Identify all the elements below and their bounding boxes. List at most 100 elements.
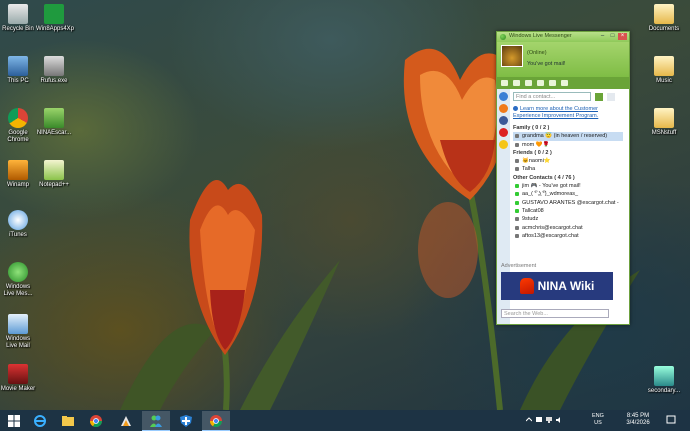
desktop-icon-documents[interactable]: Documents [646,4,682,33]
group-header-friends[interactable]: Friends ( 0 / 2 ) [513,149,623,157]
online-status-icon [515,200,519,205]
movie-maker-icon [8,364,28,384]
desktop-icon-this-pc[interactable]: This PC [0,56,36,85]
add-contact-button[interactable] [595,93,603,101]
personal-message[interactable]: You've got mail! [527,61,565,67]
list-item[interactable]: Tallcat08 [513,207,623,215]
desktop-icon-label: Recycle Bin [2,26,34,32]
web-search-input[interactable]: Search the Web... [501,309,609,318]
contact-name: Talha [522,166,536,173]
desktop-icon-movie-maker[interactable]: Movie Maker [0,364,36,393]
desktop-icon-msnstuff[interactable]: MSNstuff [646,108,682,137]
taskbar-messenger[interactable] [142,411,170,431]
list-item[interactable]: 9studz [513,215,623,223]
desktop-icon-windows-live-mail[interactable]: Windows Live Mail [0,314,36,350]
chrome-icon [210,415,222,427]
minimize-button[interactable]: – [598,33,607,40]
network-icon[interactable] [546,417,552,423]
avatar[interactable] [501,45,523,67]
desktop-icon-windows-live-messenger[interactable]: Windows Live Mes... [0,262,36,298]
group-header-other-contacts[interactable]: Other Contacts ( 4 / 76 ) [513,174,623,182]
taskbar-winamp[interactable] [112,411,140,430]
contact-name: jim 🎮 - You've got mail! [522,183,581,190]
desktop-icon-music[interactable]: Music [646,56,682,85]
games-icon[interactable] [549,80,556,86]
contact-name: mom 🧡🌹 [522,141,550,148]
list-item[interactable]: mom 🧡🌹 [513,141,623,149]
list-item[interactable]: aftos13@escargot.chat [513,232,623,240]
options-icon[interactable] [561,80,568,86]
music-icon[interactable] [537,80,544,86]
drive-icon [654,366,674,386]
taskbar-internet-explorer[interactable] [26,411,54,430]
notifications-icon[interactable] [666,415,676,425]
messenger-title: Windows Live Messenger [509,33,572,39]
mail-icon[interactable] [501,80,508,86]
list-item[interactable]: jim 🎮 - You've got mail! [513,182,623,190]
taskbar-chrome[interactable] [82,411,110,430]
desktop-icon-nina-escargot[interactable]: NINAEscar... [36,108,72,137]
list-item[interactable]: Talha [513,165,623,173]
windows-live-mail-icon [8,314,28,334]
maximize-button[interactable]: □ [608,33,617,40]
tab-games[interactable] [499,140,508,149]
notepadpp-icon [44,160,64,180]
start-button[interactable] [0,411,28,430]
clock[interactable]: 8:45 PM 3/4/2026 [620,413,656,427]
action-center-icon[interactable] [536,417,542,423]
defender-icon [180,415,192,427]
notice-text[interactable]: Learn more about the Customer Experience… [513,106,598,119]
nina-escargot-icon [44,108,64,128]
desktop-icon-rufus[interactable]: Rufus.exe [36,56,72,85]
desktop-icon-label: Google Chrome [7,130,29,143]
search-input[interactable]: Find a contact... [513,92,591,101]
tab-whats-new[interactable] [499,104,508,113]
winamp-icon [8,160,28,180]
messenger-window[interactable]: Windows Live Messenger – □ × (Online) Yo… [496,31,630,325]
list-item[interactable]: GUSTAVO ARANTES @escargot.chat - [513,199,623,207]
desktop-icon-label: Documents [648,26,680,32]
tab-facebook[interactable] [499,116,508,125]
contact-name: GUSTAVO ARANTES @escargot.chat - [522,199,619,206]
desktop-icon-winamp[interactable]: Winamp [0,160,36,189]
folder-documents-icon [654,4,674,24]
status-indicator[interactable]: (Online) [527,50,547,56]
tab-youtube[interactable] [499,128,508,137]
recycle-bin-icon [8,4,28,24]
folder-music-icon [654,56,674,76]
tab-contacts[interactable] [499,92,508,101]
folder-icon [654,108,674,128]
desktop-icon-itunes[interactable]: iTunes [0,210,36,239]
list-item[interactable]: acmchris@escargot.chat [513,224,623,232]
change-view-button[interactable] [607,93,615,101]
desktop-icon-chrome[interactable]: Google Chrome [0,108,36,144]
desktop-icon-label: Music [656,78,672,84]
desktop-icon-recycle-bin[interactable]: Recycle Bin [0,4,36,33]
desktop-icon-win8apps[interactable]: Win8Apps4Xp [36,4,74,33]
contact-name: aa_( ͡° ͜ʖ ͡°)_wdmoreas_ [522,191,579,198]
list-item[interactable]: aa_( ͡° ͜ʖ ͡°)_wdmoreas_ [513,190,623,198]
taskbar-chrome-active[interactable] [202,411,230,431]
taskbar-file-explorer[interactable] [54,411,82,430]
online-status-icon [515,192,519,197]
offline-status-icon [515,142,519,147]
contact-list: Family ( 0 / 2 ) grandma 😇 (in heaven / … [513,124,623,240]
messenger-titlebar[interactable]: Windows Live Messenger – □ × [497,32,629,42]
list-item[interactable]: grandma 😇 (in heaven / reserved) [513,132,623,141]
taskbar-defender[interactable] [172,411,200,430]
notice-link[interactable]: Learn more about the Customer Experience… [513,106,623,120]
language-code: ENG [592,413,604,419]
spaces-icon[interactable] [513,80,520,86]
news-icon[interactable] [525,80,532,86]
desktop-icon-label: NINAEscar... [36,130,72,136]
close-button[interactable]: × [618,33,627,40]
volume-icon[interactable] [556,417,562,423]
desktop-icon-secondary[interactable]: secondary... [646,366,682,395]
desktop-icon-notepadpp[interactable]: Notepad++ [36,160,72,189]
ad-banner[interactable]: NINA Wiki [501,272,613,300]
group-header-family[interactable]: Family ( 0 / 2 ) [513,124,623,132]
online-status-icon [515,184,519,189]
file-explorer-icon [62,416,74,426]
list-item[interactable]: 🐱naomi⭐ [513,157,623,165]
show-hidden-icons-icon[interactable] [526,417,532,423]
